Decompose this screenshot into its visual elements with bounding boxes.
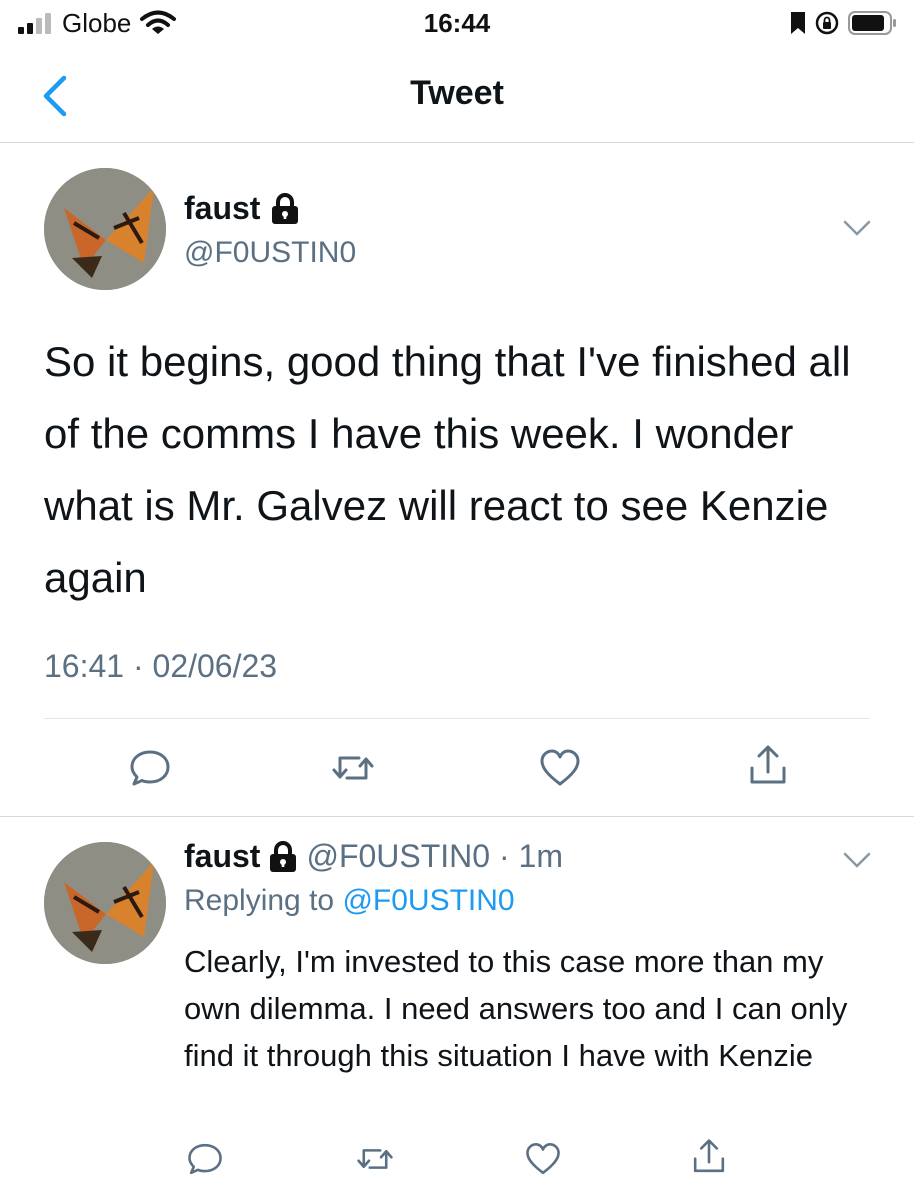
page-title: Tweet (410, 74, 504, 112)
top-nav-bar: Tweet (0, 56, 914, 143)
author-handle[interactable]: @F0USTIN0 (184, 236, 356, 270)
rotation-lock-icon (815, 11, 839, 35)
status-bar: Globe 16:44 (0, 0, 914, 50)
chevron-down-icon[interactable] (842, 850, 872, 870)
replying-to-line: Replying to @F0USTIN0 (184, 884, 515, 918)
lock-icon (270, 840, 297, 872)
retweet-icon[interactable] (331, 746, 375, 790)
reply-body: Clearly, I'm invested to this case more … (184, 944, 848, 1073)
author-name[interactable]: faust (184, 190, 260, 227)
like-icon[interactable] (538, 746, 582, 790)
reply-author-name[interactable]: faust (184, 838, 260, 875)
status-time: 16:44 (423, 8, 491, 38)
section-divider (0, 816, 914, 817)
share-icon[interactable] (746, 744, 790, 788)
bookmark-icon (791, 12, 805, 34)
chevron-down-icon[interactable] (842, 218, 872, 238)
reply-avatar[interactable] (44, 842, 166, 964)
replying-mention[interactable]: @F0USTIN0 (342, 884, 514, 917)
reply-icon[interactable] (186, 1140, 224, 1178)
retweet-icon[interactable] (356, 1140, 394, 1178)
tweet-body: So it begins, good thing that I've finis… (44, 338, 851, 601)
reply-icon[interactable] (128, 746, 172, 790)
divider (44, 718, 870, 719)
author-name-row: faust (184, 190, 300, 227)
tweet-timestamp[interactable]: 16:41 · 02/06/23 (44, 648, 277, 685)
status-right-icons (790, 10, 898, 36)
reply-author-row: faust @F0USTIN0 · 1m (184, 838, 563, 875)
butterfly-image (44, 168, 166, 290)
replying-prefix: Replying to (184, 884, 335, 917)
butterfly-image (44, 842, 166, 964)
reply-handle-time[interactable]: @F0USTIN0 · 1m (306, 838, 563, 875)
battery-icon (848, 11, 896, 35)
share-icon[interactable] (690, 1138, 728, 1176)
like-icon[interactable] (524, 1140, 562, 1178)
avatar[interactable] (44, 168, 166, 290)
lock-icon (272, 192, 299, 224)
